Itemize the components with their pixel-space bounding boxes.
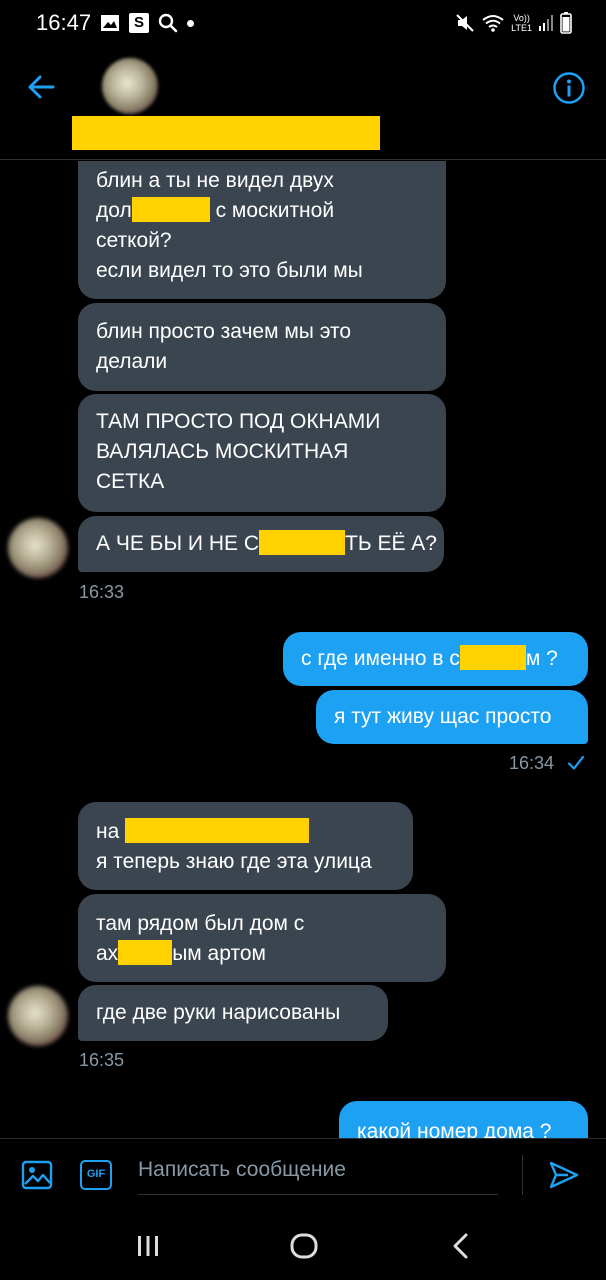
- message-line: ВАЛЯЛАСЬ МОСКИТНАЯ: [96, 440, 349, 463]
- volte-label: Vo)): [513, 13, 530, 23]
- message-text: А ЧЕ БЫ И НЕ С: [96, 532, 259, 555]
- message-line: блин просто зачем мы это: [96, 320, 352, 343]
- recents-icon[interactable]: [132, 1230, 164, 1262]
- redaction-block: [259, 530, 345, 555]
- incoming-message[interactable]: блин а ты не видел двух дол с москитной …: [78, 161, 446, 299]
- sender-avatar[interactable]: [8, 986, 68, 1046]
- battery-icon: [560, 12, 572, 34]
- incoming-message[interactable]: ТАМ ПРОСТО ПОД ОКНАМИ ВАЛЯЛАСЬ МОСКИТНАЯ…: [78, 394, 446, 512]
- message-line: на: [96, 817, 395, 847]
- message-timestamp: 16:35: [79, 1050, 125, 1070]
- message-timestamp: 16:33: [79, 582, 125, 602]
- contact-avatar[interactable]: [102, 58, 158, 114]
- outgoing-message[interactable]: с где именно в с м ?: [283, 632, 588, 686]
- message-text: дол: [96, 199, 132, 222]
- redaction-block: [118, 940, 173, 965]
- message-line: если видел то это были мы: [96, 259, 363, 282]
- redaction-block: [131, 197, 210, 222]
- redaction-block: [125, 818, 310, 843]
- message-timestamp: 16:34: [509, 753, 555, 773]
- signal-icon: [539, 15, 553, 31]
- message-composer: GIF Написать сообщение: [0, 1138, 606, 1212]
- info-icon[interactable]: [552, 71, 586, 105]
- volte-indicator: Vo)) LTE1: [511, 13, 532, 33]
- gif-button[interactable]: GIF: [80, 1160, 112, 1190]
- status-time: 16:47: [36, 10, 92, 35]
- message-text: ах: [96, 942, 119, 965]
- home-icon[interactable]: [288, 1230, 320, 1262]
- message-line: делали: [96, 350, 168, 373]
- search-notification-icon: [158, 13, 178, 33]
- incoming-message[interactable]: на я теперь знаю где эта улица: [78, 802, 413, 890]
- status-right-icons: Vo)) LTE1: [455, 11, 572, 35]
- conversation-header: [0, 48, 606, 160]
- message-text: я тут живу щас просто: [334, 705, 552, 728]
- outgoing-message[interactable]: какой номер дома ?: [339, 1101, 588, 1138]
- status-bar: 16:47 S Vo)) LTE1: [0, 0, 606, 48]
- message-text: с где именно в с: [301, 647, 460, 670]
- message-text: ым артом: [172, 942, 266, 965]
- message-line: дол с москитной: [96, 196, 428, 226]
- message-text: ТЬ ЕЁ А?: [345, 532, 437, 555]
- system-nav-bar: [0, 1212, 606, 1280]
- image-icon[interactable]: [21, 1159, 53, 1191]
- dot-icon: [187, 19, 194, 27]
- message-line: там рядом был дом с: [96, 912, 305, 935]
- gif-label: GIF: [86, 1168, 106, 1180]
- message-text: на: [96, 820, 120, 843]
- message-line: ах ым артом: [96, 939, 428, 969]
- incoming-message[interactable]: блин просто зачем мы это делали: [78, 303, 446, 391]
- incoming-message[interactable]: там рядом был дом с ах ым артом: [78, 894, 446, 982]
- lte-label: LTE1: [511, 23, 532, 33]
- wifi-icon: [482, 15, 504, 32]
- sent-check-icon: [567, 755, 585, 770]
- message-text: какой номер дома ?: [357, 1120, 552, 1138]
- outgoing-message[interactable]: я тут живу щас просто: [316, 690, 588, 744]
- message-line: СЕТКА: [96, 470, 165, 493]
- message-line: ТАМ ПРОСТО ПОД ОКНАМИ: [96, 410, 381, 433]
- message-text: где две руки нарисованы: [96, 1001, 341, 1024]
- message-list[interactable]: блин а ты не видел двух дол с москитной …: [0, 161, 606, 1138]
- message-text: м ?: [525, 647, 558, 670]
- arrow-left-icon[interactable]: [24, 70, 58, 104]
- sender-avatar[interactable]: [8, 518, 68, 578]
- s-app-icon: S: [129, 13, 149, 33]
- message-input[interactable]: Написать сообщение: [138, 1155, 498, 1195]
- message-line: блин а ты не видел двух: [96, 169, 334, 192]
- contact-name-redacted[interactable]: [72, 116, 380, 150]
- mute-icon: [456, 14, 474, 32]
- incoming-message[interactable]: А ЧЕ БЫ И НЕ С ТЬ ЕЁ А?: [78, 516, 444, 572]
- incoming-message[interactable]: где две руки нарисованы: [78, 985, 388, 1041]
- redaction-block: [459, 645, 526, 670]
- message-text: с москитной: [209, 199, 335, 222]
- send-icon[interactable]: [548, 1159, 580, 1191]
- message-line: я теперь знаю где эта улица: [96, 850, 372, 873]
- dm-screen: 16:47 S Vo)) LTE1 блин а ты не видел дву…: [0, 0, 606, 1280]
- message-input-placeholder: Написать сообщение: [138, 1158, 346, 1181]
- back-chevron-icon[interactable]: [446, 1230, 478, 1262]
- message-line: сеткой?: [96, 229, 172, 252]
- composer-divider: [522, 1155, 523, 1195]
- status-left-icons: S: [100, 12, 194, 34]
- image-notification-icon: [101, 15, 119, 31]
